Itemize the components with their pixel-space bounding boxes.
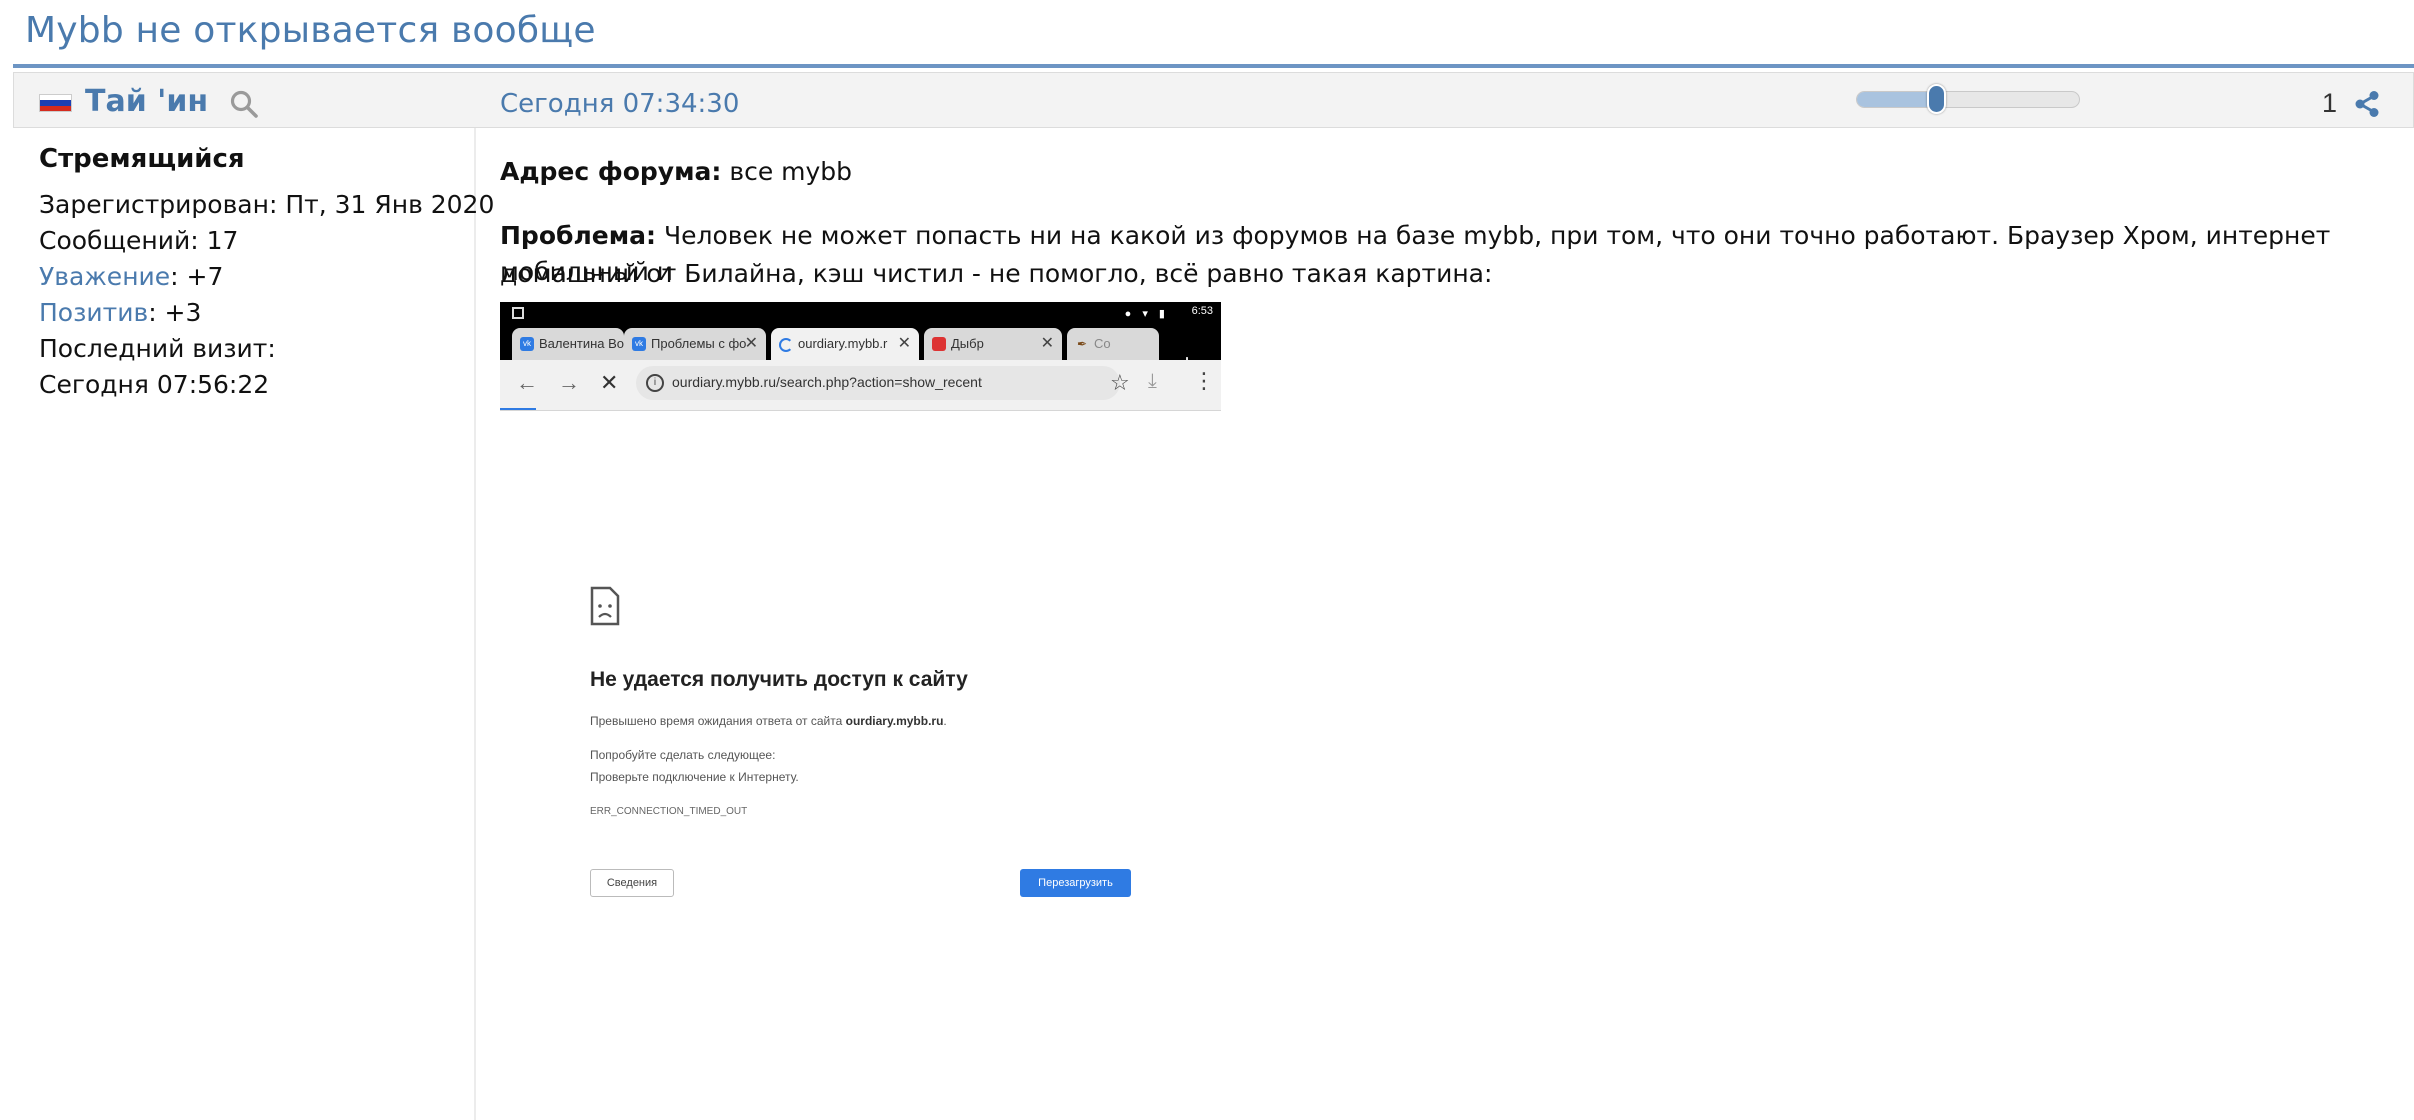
user-rank: Стремящийся: [39, 144, 245, 174]
vk-icon: vk: [520, 337, 534, 351]
error-host: ourdiary.mybb.ru: [845, 714, 944, 728]
attached-screenshot[interactable]: ● ▾ ▮ 6:53 vk Валентина Во vk Проблемы с…: [500, 302, 1221, 932]
registered-date: Зарегистрирован: Пт, 31 Янв 2020: [39, 190, 495, 219]
url-text: ourdiary.mybb.ru/search.php?action=show_…: [672, 374, 982, 390]
close-icon[interactable]: ✕: [1041, 333, 1054, 353]
close-icon[interactable]: ✕: [745, 333, 758, 353]
vk-icon: vk: [632, 337, 646, 351]
respect-row: Уважение: +7: [39, 262, 223, 291]
close-icon[interactable]: ✕: [898, 333, 911, 353]
problem-label: Проблема:: [500, 221, 657, 250]
notification-icon: [512, 307, 524, 319]
toolbar-divider: [500, 410, 1221, 411]
download-icon[interactable]: ⤓: [1148, 370, 1157, 393]
error-title: Не удается получить доступ к сайту: [590, 668, 968, 691]
browser-tab-active[interactable]: ourdiary.mybb.r ✕: [771, 328, 919, 360]
forum-address-value: все mybb: [721, 157, 853, 186]
positive-value: : +3: [148, 298, 202, 327]
last-visit-label: Последний визит:: [39, 334, 276, 363]
try-item: Проверьте подключение к Интернету.: [590, 770, 799, 784]
forward-icon[interactable]: →: [558, 370, 580, 396]
browser-toolbar: ← → ✕ i ourdiary.mybb.ru/search.php?acti…: [500, 360, 1221, 410]
search-icon[interactable]: [228, 88, 260, 120]
back-icon[interactable]: ←: [516, 370, 538, 396]
reload-button[interactable]: Перезагрузить: [1020, 869, 1131, 897]
share-icon[interactable]: [2352, 89, 2382, 119]
tab-label: Валентина Во: [539, 336, 624, 351]
rating-slider[interactable]: [1856, 91, 2080, 108]
feather-icon: ✒: [1076, 337, 1088, 351]
post-time-link[interactable]: Сегодня 07:34:30: [500, 89, 739, 119]
browser-tab[interactable]: ✒ Co: [1067, 328, 1159, 360]
menu-icon[interactable]: ⋮: [1193, 368, 1215, 394]
phone-status-bar: ● ▾ ▮ 6:53: [500, 302, 1221, 324]
positive-row: Позитив: +3: [39, 298, 201, 327]
error-timeout-suffix: .: [943, 714, 947, 728]
respect-link[interactable]: Уважение: [39, 262, 170, 291]
status-time: 6:53: [1191, 305, 1213, 317]
browser-tab[interactable]: vk Проблемы с фо ✕: [624, 328, 766, 360]
details-button[interactable]: Сведения: [590, 869, 674, 897]
last-visit-value: Сегодня 07:56:22: [39, 370, 270, 399]
bookmark-icon: [932, 337, 946, 351]
url-bar[interactable]: i ourdiary.mybb.ru/search.php?action=sho…: [636, 366, 1120, 400]
browser-tab-strip: vk Валентина Во vk Проблемы с фо ✕ ourdi…: [500, 324, 1221, 377]
try-label: Попробуйте сделать следующее:: [590, 748, 776, 762]
sad-page-icon: [590, 586, 620, 626]
tab-label: ourdiary.mybb.r: [798, 336, 888, 351]
russia-flag-icon: [39, 94, 72, 112]
loading-icon: [779, 338, 793, 352]
browser-tab[interactable]: vk Валентина Во: [512, 328, 624, 360]
status-icons: ● ▾ ▮: [1124, 308, 1169, 320]
tab-label: Co: [1094, 336, 1111, 351]
rating-slider-handle[interactable]: [1927, 84, 1947, 114]
respect-value: : +7: [170, 262, 224, 291]
info-icon[interactable]: i: [646, 374, 664, 392]
title-divider: [13, 64, 2414, 68]
topic-title: Mybb не открывается вообще: [25, 10, 596, 51]
problem-line-2: домашний от Билайна, кэш чистил - не пом…: [500, 259, 1493, 288]
forum-address-line: Адрес форума: все mybb: [500, 154, 852, 190]
forum-address-label: Адрес форума:: [500, 157, 722, 186]
stop-icon[interactable]: ✕: [600, 370, 618, 396]
star-icon[interactable]: ☆: [1110, 370, 1130, 396]
rating-slider-fill: [1857, 92, 1937, 107]
positive-link[interactable]: Позитив: [39, 298, 148, 327]
tab-label: Проблемы с фо: [651, 336, 747, 351]
post-number-link[interactable]: 1: [2322, 88, 2337, 119]
browser-tab[interactable]: Дыбр ✕: [924, 328, 1062, 360]
post-author-link[interactable]: Тай 'ин: [85, 84, 208, 119]
message-count: Сообщений: 17: [39, 226, 239, 255]
tab-label: Дыбр: [951, 336, 984, 351]
error-timeout-text: Превышено время ожидания ответа от сайта: [590, 714, 846, 728]
error-code: ERR_CONNECTION_TIMED_OUT: [590, 806, 748, 817]
error-description: Превышено время ожидания ответа от сайта…: [590, 714, 947, 728]
